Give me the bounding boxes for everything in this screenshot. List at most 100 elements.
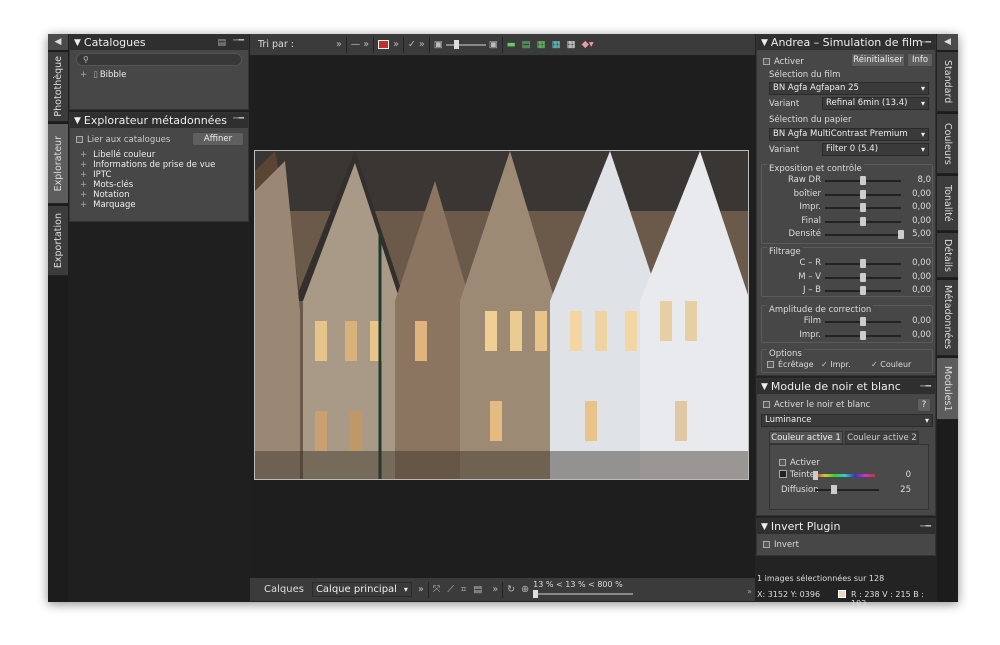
slider-knob[interactable] bbox=[860, 330, 866, 340]
pin-icon[interactable]: ─━ bbox=[233, 36, 244, 46]
panel-header[interactable]: ▼ Explorateur métadonnées ─━ bbox=[70, 113, 248, 128]
panel-header[interactable]: ▼ Invert Plugin ─━ bbox=[757, 519, 935, 534]
tab-active-color-2[interactable]: Couleur active 2 bbox=[845, 431, 919, 444]
slider-track[interactable] bbox=[825, 189, 901, 199]
collapse-right-button[interactable]: ◀ bbox=[937, 34, 958, 50]
tab-explorateur[interactable]: Explorateur bbox=[48, 124, 68, 204]
slider-knob[interactable] bbox=[860, 259, 866, 268]
pin-icon[interactable]: ─━ bbox=[233, 114, 244, 124]
tab-couleurs[interactable]: Couleurs bbox=[937, 114, 958, 174]
list-item[interactable]: + Mots-clés bbox=[80, 180, 215, 190]
slider-track[interactable] bbox=[825, 230, 904, 239]
slider-track[interactable] bbox=[825, 317, 901, 326]
slider-knob[interactable] bbox=[860, 272, 866, 282]
tab-exportation[interactable]: Exportation bbox=[48, 206, 68, 276]
tree-item-label: Bibble bbox=[99, 70, 127, 80]
slider-track[interactable] bbox=[825, 176, 901, 185]
panel-header[interactable]: ▼ Module de noir et blanc ─━ bbox=[757, 379, 935, 394]
tab-modules1[interactable]: Modules1 bbox=[937, 358, 958, 420]
stack-icon[interactable]: ▤ bbox=[473, 584, 482, 595]
active-checkbox[interactable]: Activer bbox=[779, 458, 959, 468]
rotate-icon[interactable]: ↻ bbox=[507, 584, 515, 595]
slider-track[interactable] bbox=[825, 272, 901, 282]
search-input[interactable]: ⚲ bbox=[76, 53, 242, 66]
film-variant-select[interactable]: Refinal 6min (13.4) bbox=[822, 97, 929, 110]
link-catalogs-checkbox[interactable]: Lier aux catalogues bbox=[76, 135, 170, 145]
zoom-icon[interactable]: ⊕ bbox=[521, 584, 529, 595]
color-picker-icon[interactable]: ◆▾ bbox=[582, 39, 594, 50]
more-button[interactable]: » bbox=[492, 584, 498, 595]
slider-track[interactable] bbox=[825, 203, 901, 212]
more-button[interactable]: » bbox=[418, 584, 424, 595]
pin-icon[interactable]: ─━ bbox=[920, 522, 931, 532]
more-button[interactable]: » bbox=[393, 39, 399, 50]
crop-icon[interactable]: ⌗ bbox=[461, 584, 466, 595]
slider-track[interactable] bbox=[825, 286, 901, 295]
fit-icon[interactable]: ⤧ bbox=[433, 584, 441, 595]
layer-select[interactable]: Calque principal bbox=[311, 582, 412, 597]
check-icon[interactable]: ✓ » bbox=[408, 39, 425, 50]
checkbox-label: Lier aux catalogues bbox=[87, 135, 171, 145]
invert-checkbox[interactable]: Invert bbox=[763, 540, 943, 550]
list-item[interactable]: + Libellé couleur bbox=[80, 150, 215, 160]
pin-icon[interactable]: ─━ bbox=[920, 382, 931, 392]
tab-phototheque[interactable]: Photothèque bbox=[48, 52, 68, 122]
view-filmstrip-icon[interactable]: ▬ bbox=[507, 39, 516, 50]
refine-button[interactable]: Affiner bbox=[192, 132, 244, 146]
slider-knob[interactable] bbox=[898, 230, 904, 239]
list-item[interactable]: + IPTC bbox=[80, 170, 215, 180]
slider-knob[interactable] bbox=[860, 216, 866, 226]
view-detail-icon[interactable]: ▦ bbox=[537, 39, 546, 50]
view-split-icon[interactable]: ▦ bbox=[552, 39, 561, 50]
reset-button[interactable]: Réinitialiser bbox=[851, 53, 905, 67]
list-item[interactable]: + Notation bbox=[80, 190, 215, 200]
tree-item[interactable]: + ▯ Bibble bbox=[70, 70, 248, 80]
expand-icon[interactable]: + bbox=[80, 70, 87, 80]
slider-knob[interactable] bbox=[860, 189, 866, 199]
zoom-slider[interactable] bbox=[533, 589, 634, 598]
slider-knob[interactable] bbox=[860, 203, 866, 212]
help-button[interactable]: ? bbox=[917, 398, 931, 412]
more-button[interactable]: » bbox=[336, 39, 342, 50]
list-item[interactable]: + Informations de prise de vue bbox=[80, 160, 215, 170]
slider-knob[interactable] bbox=[860, 176, 866, 185]
paper-variant-select[interactable]: Filter 0 (5.4) bbox=[822, 143, 929, 156]
tab-details[interactable]: Détails bbox=[937, 233, 958, 278]
film-select[interactable]: BN Agfa Agfapan 25 bbox=[769, 82, 929, 95]
panel-header[interactable]: ▼ Catalogues ▤ ─━ bbox=[70, 35, 248, 50]
more-button[interactable]: » bbox=[747, 587, 752, 596]
pin-icon[interactable]: ─━ bbox=[920, 38, 931, 48]
bw-mode-select[interactable]: Luminance bbox=[761, 414, 933, 427]
thumb-size-small-icon[interactable]: ▣ bbox=[434, 39, 443, 50]
slider-knob[interactable] bbox=[860, 317, 866, 326]
slider-track[interactable] bbox=[825, 330, 901, 340]
tab-standard[interactable]: Standard bbox=[937, 52, 958, 112]
photo-houses bbox=[255, 151, 748, 479]
tab-tonalite[interactable]: Tonalité bbox=[937, 176, 958, 231]
color-checkbox[interactable]: ✓ Couleur bbox=[871, 360, 1000, 369]
invert-panel: ▼ Invert Plugin ─━ Invert bbox=[756, 518, 936, 556]
straighten-icon[interactable]: ⟋ bbox=[447, 584, 454, 595]
panel-header[interactable]: ▼ Andrea – Simulation de film ─━ bbox=[757, 35, 935, 50]
collapse-left-button[interactable]: ◀ bbox=[48, 34, 68, 50]
color-label-icon[interactable] bbox=[378, 40, 390, 49]
thumb-size-large-icon[interactable]: ▣ bbox=[489, 39, 498, 50]
view-grid-icon[interactable]: ▦ bbox=[567, 39, 576, 50]
info-button[interactable]: Info bbox=[907, 53, 933, 67]
line-tool-icon[interactable]: — » bbox=[351, 39, 369, 50]
main-image[interactable] bbox=[254, 150, 749, 480]
catalog-icon[interactable]: ▤ bbox=[217, 38, 226, 48]
slider-row: Impr. 0,00 bbox=[757, 202, 937, 213]
thumb-size-slider[interactable] bbox=[445, 39, 486, 49]
slider-track[interactable] bbox=[825, 259, 901, 268]
panel-title: Catalogues bbox=[83, 36, 146, 49]
paper-select[interactable]: BN Agfa MultiContrast Premium bbox=[769, 128, 929, 141]
tab-active-color-1[interactable]: Couleur active 1 bbox=[769, 431, 843, 444]
bw-enable-checkbox[interactable]: Activer le noir et blanc bbox=[763, 400, 943, 410]
list-item[interactable]: + Marquage bbox=[80, 200, 215, 210]
tab-metadonnees[interactable]: Métadonnées bbox=[937, 280, 958, 356]
section-title: Exposition et contrôle bbox=[767, 164, 864, 174]
view-list-icon[interactable]: ▤ bbox=[522, 39, 531, 50]
slider-knob[interactable] bbox=[860, 286, 866, 295]
slider-track[interactable] bbox=[825, 216, 901, 226]
